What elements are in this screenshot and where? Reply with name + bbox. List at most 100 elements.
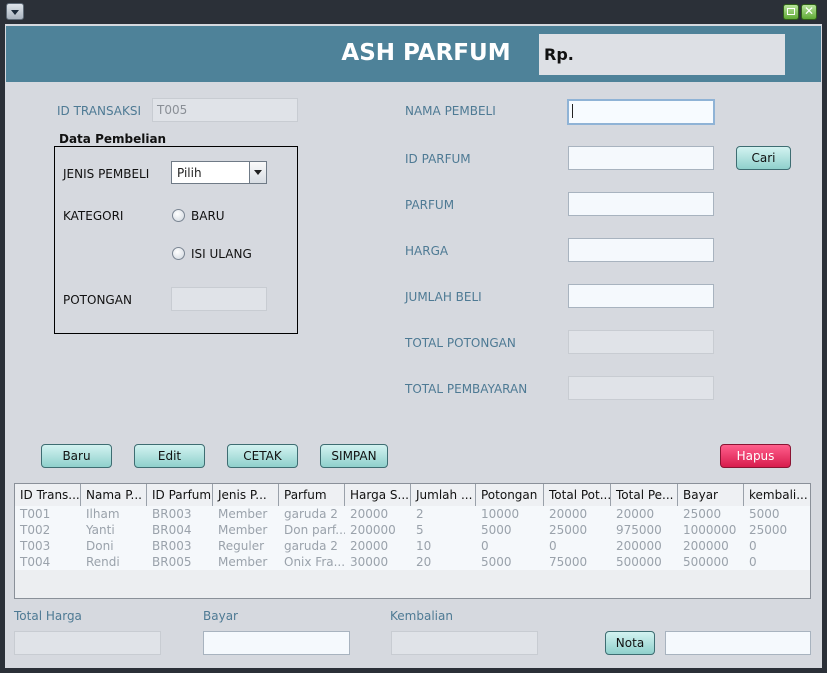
kategori-label: KATEGORI [63, 209, 124, 223]
close-icon[interactable]: ✕ [801, 4, 817, 20]
edit-button[interactable]: Edit [134, 444, 205, 468]
table-cell: 5000 [749, 507, 780, 521]
table-cell: 0 [749, 555, 757, 569]
table-cell: Yanti [86, 523, 115, 537]
table-cell: 2 [416, 507, 424, 521]
id-transaksi-field: T005 [152, 98, 298, 122]
total-pembayaran-field [568, 376, 714, 400]
baru-button[interactable]: Baru [41, 444, 112, 468]
table-cell: 200000 [350, 523, 396, 537]
table-column-header[interactable]: Parfum [279, 484, 345, 506]
table-cell: 200000 [616, 539, 662, 553]
table-cell: Onix Fra... [284, 555, 345, 569]
table-cell: 25000 [683, 507, 722, 521]
cari-button[interactable]: Cari [736, 146, 791, 170]
table-cell: Member [218, 555, 268, 569]
nota-button[interactable]: Nota [605, 631, 655, 655]
table-cell: 25000 [549, 523, 588, 537]
table-row[interactable]: T001 Ilham BR003 Member garuda 2 20000 2 10000 2… [15, 506, 810, 522]
table-row[interactable]: T003 Doni BR003 Reguler garuda 2 20000 10 0 0 200… [15, 538, 810, 554]
window-border-bottom [0, 668, 827, 673]
cetak-button[interactable]: CETAK [227, 444, 298, 468]
jenis-pembeli-select[interactable]: Pilih [171, 161, 267, 184]
table-cell: 20000 [350, 539, 389, 553]
parfum-input[interactable] [568, 192, 714, 216]
table-column-header[interactable]: Bayar [678, 484, 744, 506]
kembalian-field [391, 631, 538, 655]
table-column-header[interactable]: ID Trans... [15, 484, 81, 506]
table-cell: 30000 [350, 555, 389, 569]
nama-pembeli-input[interactable] [567, 99, 715, 125]
table-cell: 5000 [481, 555, 512, 569]
table-column-header[interactable]: Harga S... [345, 484, 411, 506]
kembalian-label: Kembalian [390, 609, 453, 623]
table-cell: 200000 [683, 539, 729, 553]
table-cell: 0 [749, 539, 757, 553]
table-cell: T002 [20, 523, 51, 537]
total-potongan-field [568, 330, 714, 354]
table-cell: BR003 [152, 539, 192, 553]
jenis-pembeli-value: Pilih [177, 166, 202, 180]
table-cell: Member [218, 507, 268, 521]
table-cell: T001 [20, 507, 51, 521]
radio-baru-label[interactable]: BARU [191, 209, 225, 223]
simpan-button[interactable]: SIMPAN [320, 444, 388, 468]
table-column-header[interactable]: Potongan [476, 484, 544, 506]
table-cell: 0 [549, 539, 557, 553]
radio-baru[interactable] [172, 209, 185, 222]
id-parfum-label: ID PARFUM [405, 152, 471, 166]
table-cell: 20000 [549, 507, 588, 521]
bayar-label: Bayar [203, 609, 238, 623]
table-cell: garuda 2 [284, 507, 338, 521]
rp-display: Rp. [539, 34, 785, 75]
jumlah-beli-label: JUMLAH BELI [405, 290, 482, 304]
table-cell: 10000 [481, 507, 520, 521]
table-column-header[interactable]: Total Pe... [611, 484, 678, 506]
window-border-right [822, 24, 827, 673]
table-cell: 25000 [749, 523, 788, 537]
table-cell: BR005 [152, 555, 192, 569]
table-column-header[interactable]: kembali... [744, 484, 810, 506]
table-cell: 0 [481, 539, 489, 553]
table-cell: 5000 [481, 523, 512, 537]
harga-label: HARGA [405, 244, 449, 258]
table-column-header[interactable]: Jumlah ... [411, 484, 476, 506]
table-row[interactable]: T004 Rendi BR005 Member Onix Fra... 30000 20 50… [15, 554, 810, 570]
table-cell: Doni [86, 539, 114, 553]
chevron-down-icon[interactable] [249, 162, 266, 183]
table-column-header[interactable]: Nama P... [81, 484, 147, 506]
jenis-pembeli-label: JENIS PEMBELI [63, 167, 150, 181]
radio-isi-ulang[interactable] [172, 247, 185, 260]
id-parfum-input[interactable] [568, 146, 714, 170]
radio-isi-ulang-label[interactable]: ISI ULANG [191, 247, 252, 261]
table-cell: 1000000 [683, 523, 737, 537]
hapus-button[interactable]: Hapus [720, 444, 791, 468]
table-body: T001 Ilham BR003 Member garuda 2 20000 2 10000 2… [15, 506, 810, 570]
id-transaksi-label: ID TRANSAKSI [57, 104, 142, 118]
maximize-icon[interactable] [783, 4, 799, 20]
potongan-field [171, 287, 267, 311]
table-cell: T003 [20, 539, 51, 553]
nota-input[interactable] [665, 631, 811, 655]
text-caret [572, 104, 573, 118]
table-column-header[interactable]: ID Parfum [147, 484, 213, 506]
table-header: ID Trans... Nama P... ID Parfum Jenis P... P… [15, 484, 810, 507]
table-cell: Member [218, 523, 268, 537]
table-cell: 10 [416, 539, 432, 553]
table-column-header[interactable]: Total Pot... [544, 484, 611, 506]
harga-input[interactable] [568, 238, 714, 262]
table-cell: 75000 [549, 555, 588, 569]
window-titlebar [0, 0, 827, 24]
transaksi-table[interactable]: ID Trans... Nama P... ID Parfum Jenis P... P… [14, 483, 811, 599]
window-menu-icon[interactable] [6, 3, 24, 20]
table-cell: Reguler [218, 539, 265, 553]
bayar-input[interactable] [203, 631, 350, 655]
table-row[interactable]: T002 Yanti BR004 Member Don parf... 200000 5 50… [15, 522, 810, 538]
table-cell: BR003 [152, 507, 192, 521]
table-cell: BR004 [152, 523, 192, 537]
table-cell: 975000 [616, 523, 662, 537]
table-column-header[interactable]: Jenis P... [213, 484, 279, 506]
table-cell: 20000 [616, 507, 655, 521]
jumlah-beli-input[interactable] [568, 284, 714, 308]
header-bar: ASH PARFUM Rp. [6, 26, 821, 82]
